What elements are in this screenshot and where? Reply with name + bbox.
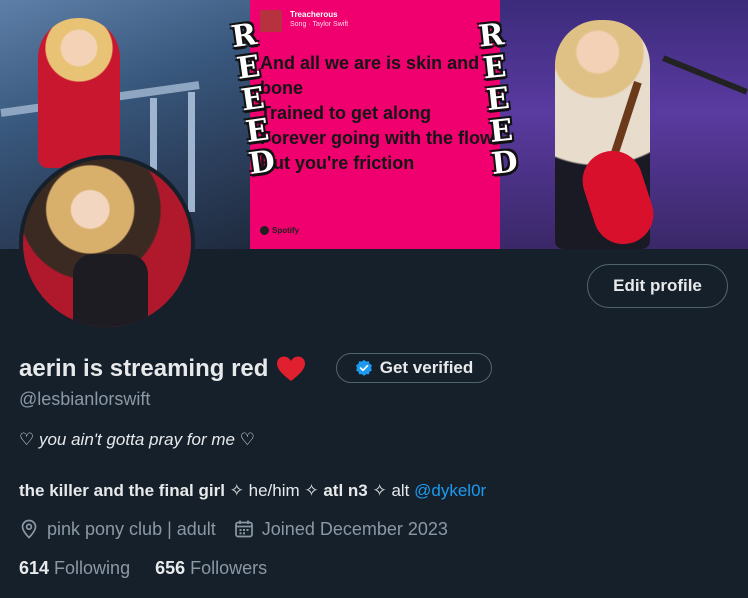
display-name: aerin is streaming red	[19, 355, 269, 382]
profile-meta: pink pony club | adult Joined December 2…	[19, 517, 448, 541]
album-thumbnail	[260, 10, 282, 32]
follow-stats: 614 Following 656 Followers	[19, 556, 267, 580]
following-link[interactable]: 614 Following	[19, 558, 130, 579]
name-row: aerin is streaming red	[19, 352, 306, 386]
bio-separator: ✧ alt	[367, 481, 415, 500]
bio-line: the killer and the final girl ✧ he/him ✧…	[19, 481, 486, 501]
followers-count: 656	[155, 557, 186, 578]
performer-figure	[38, 18, 120, 168]
stage-post	[188, 92, 195, 212]
following-count: 614	[19, 557, 50, 578]
following-label: Following	[54, 557, 131, 578]
followers-link[interactable]: 656 Followers	[155, 558, 267, 579]
bio-part-2: atl n3	[323, 481, 368, 500]
location-text: pink pony club | adult	[47, 518, 216, 539]
avatar-coat	[73, 254, 148, 327]
joined-date: Joined December 2023	[261, 518, 448, 539]
verified-badge-icon	[355, 359, 372, 376]
sticker-letter: D	[246, 143, 278, 183]
red-heart-icon	[277, 356, 306, 381]
song-title: Treacherous	[290, 10, 338, 19]
bio-part-1: the killer and the final girl	[19, 481, 225, 500]
calendar-icon	[234, 520, 253, 538]
lyrics-card: Treacherous Song · Taylor Swift And all …	[250, 0, 500, 249]
followers-label: Followers	[190, 557, 268, 578]
username-handle: @lesbianlorswift	[19, 389, 151, 409]
song-subtitle: Song · Taylor Swift	[290, 21, 349, 28]
spotify-tag: Spotify	[260, 226, 300, 236]
lyrics-text: And all we are is skin and bone Trained …	[260, 53, 494, 173]
sticker-letter: D	[489, 144, 520, 182]
edit-profile-button[interactable]: Edit profile	[587, 264, 728, 308]
bio-separator: ✧ he/him ✧	[224, 481, 324, 500]
avatar[interactable]	[19, 155, 195, 331]
alt-account-link[interactable]: @dykel0r	[414, 481, 486, 500]
spotify-label: Spotify	[272, 226, 300, 235]
location-pin-icon	[21, 519, 37, 539]
get-verified-label: Get verified	[379, 358, 474, 377]
bio-quote: ♡ you ain't gotta pray for me ♡	[19, 430, 255, 449]
get-verified-button[interactable]: Get verified	[336, 353, 492, 383]
spotify-icon	[260, 226, 269, 236]
